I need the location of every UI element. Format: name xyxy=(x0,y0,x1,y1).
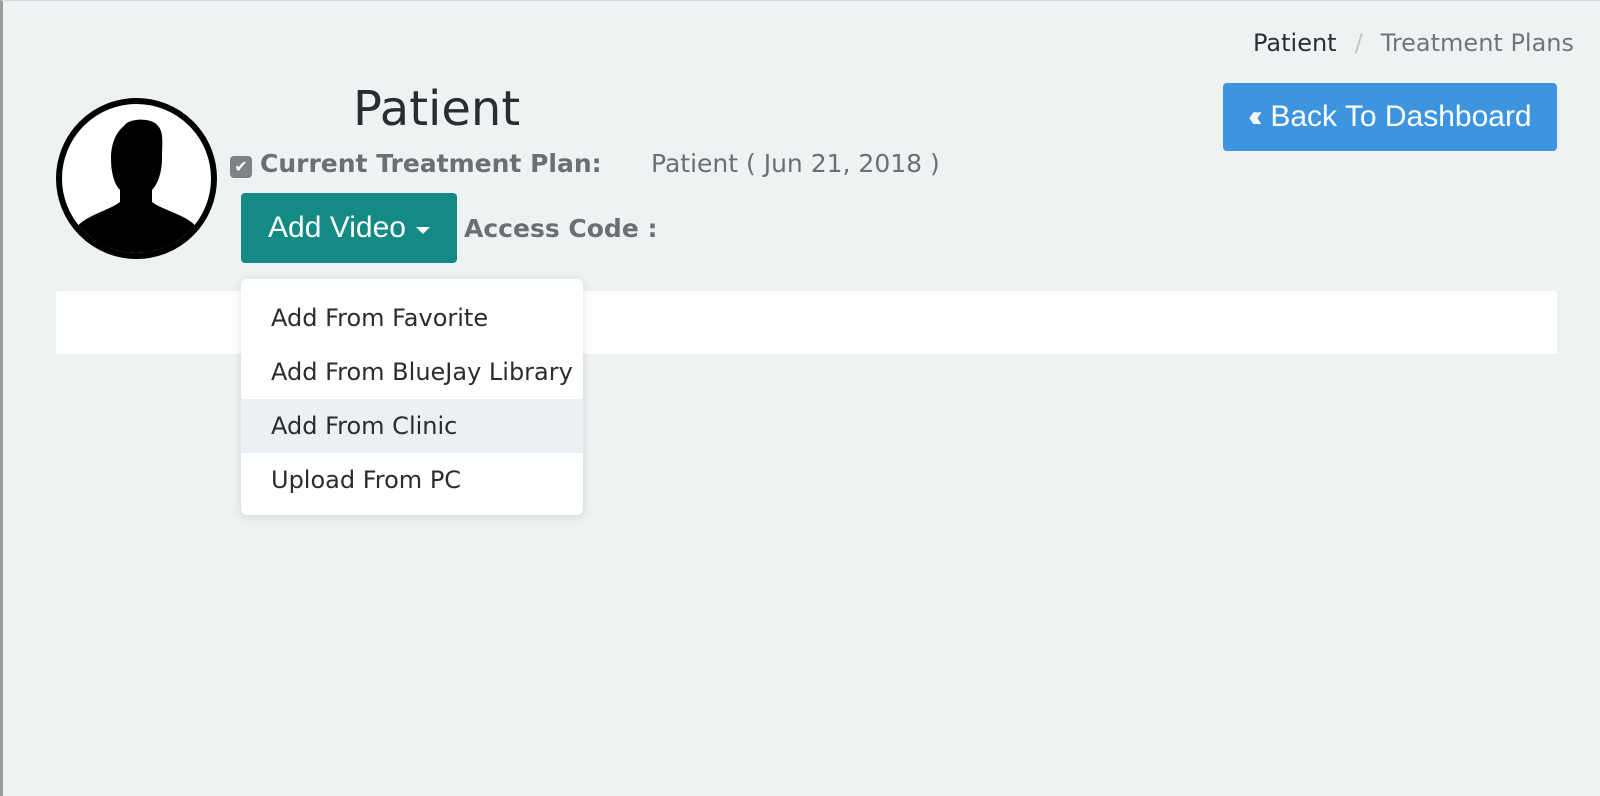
current-plan-row: ✔ Current Treatment Plan: xyxy=(230,149,602,178)
avatar xyxy=(56,98,217,259)
current-plan-value: Patient ( Jun 21, 2018 ) xyxy=(651,149,940,178)
back-to-dashboard-button[interactable]: ‹‹ Back To Dashboard xyxy=(1223,83,1557,151)
add-video-button[interactable]: Add Video xyxy=(241,193,457,263)
caret-down-icon xyxy=(415,226,430,234)
breadcrumb-separator: / xyxy=(1354,29,1363,57)
breadcrumb: Patient / Treatment Plans xyxy=(1253,29,1574,57)
breadcrumb-item-patient[interactable]: Patient xyxy=(1253,29,1337,57)
breadcrumb-item-treatment-plans: Treatment Plans xyxy=(1380,29,1574,57)
access-code-label: Access Code : xyxy=(464,214,658,243)
checkbox-checked-icon[interactable]: ✔ xyxy=(230,155,252,178)
add-video-dropdown-menu: Add From Favorite Add From BlueJay Libra… xyxy=(241,279,583,515)
page-frame: Patient / Treatment Plans ‹‹ Back To Das… xyxy=(0,0,1600,796)
menu-item-upload-from-pc[interactable]: Upload From PC xyxy=(241,453,583,507)
back-button-label: Back To Dashboard xyxy=(1270,100,1532,133)
double-chevron-left-icon: ‹‹ xyxy=(1248,100,1262,133)
user-silhouette-icon xyxy=(71,119,202,253)
menu-item-add-from-bluejay-library[interactable]: Add From BlueJay Library xyxy=(241,345,583,399)
current-plan-label: Current Treatment Plan: xyxy=(260,149,602,178)
page-title: Patient xyxy=(353,81,521,137)
add-video-label: Add Video xyxy=(268,211,406,244)
menu-item-add-from-favorite[interactable]: Add From Favorite xyxy=(241,291,583,345)
menu-item-add-from-clinic[interactable]: Add From Clinic xyxy=(241,399,583,453)
